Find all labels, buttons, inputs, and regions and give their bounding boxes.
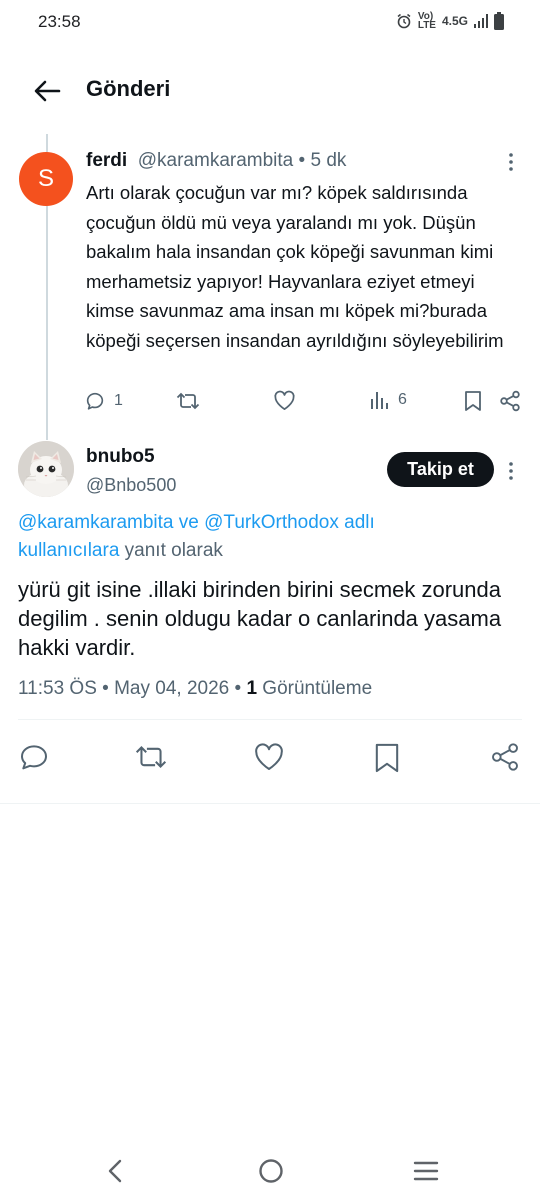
- parent-like-button[interactable]: [273, 390, 296, 411]
- retweet-icon: [134, 742, 168, 772]
- follow-button[interactable]: Takip et: [387, 452, 494, 487]
- parent-author-name[interactable]: ferdi: [86, 150, 127, 171]
- parent-more-button[interactable]: [500, 152, 522, 172]
- heart-icon: [253, 742, 285, 772]
- home-circle-icon: [258, 1158, 284, 1184]
- main-tweet-text: yürü git isine .illaki birinden birini s…: [18, 577, 502, 660]
- nav-recents-button[interactable]: [413, 1160, 439, 1182]
- reply-suffix: yanıt olarak: [119, 540, 223, 561]
- alarm-icon: [396, 13, 412, 29]
- parent-views-count: 6: [398, 391, 407, 408]
- actions-divider: [0, 803, 540, 804]
- main-retweet-button[interactable]: [134, 742, 168, 772]
- parent-author-handle[interactable]: @karamkarambita: [132, 150, 294, 171]
- main-author-handle[interactable]: @Bnbo500: [86, 475, 176, 496]
- chevron-left-icon: [105, 1158, 127, 1184]
- main-like-button[interactable]: [253, 742, 285, 772]
- parent-views-button[interactable]: 6: [370, 390, 407, 410]
- meta-divider: [18, 719, 522, 720]
- main-share-button[interactable]: [490, 742, 520, 772]
- cat-photo: [18, 441, 74, 497]
- retweet-icon: [176, 390, 200, 412]
- arrow-left-icon: [33, 79, 61, 103]
- analytics-icon: [370, 390, 390, 410]
- views-count[interactable]: 1: [246, 678, 257, 699]
- main-avatar[interactable]: [18, 441, 74, 497]
- parent-reply-button[interactable]: 1: [84, 390, 123, 412]
- status-icons: Vo) LTE 4.5G: [396, 12, 504, 31]
- parent-share-button[interactable]: [499, 390, 521, 412]
- main-actions: [18, 742, 522, 776]
- share-icon: [499, 390, 521, 412]
- parent-handle-text: @karamkarambita: [137, 150, 294, 171]
- tweet-time: 11:53 ÖS: [18, 678, 97, 699]
- tweet-date: May 04, 2026: [114, 678, 230, 699]
- parent-reply-count: 1: [114, 392, 123, 409]
- main-author-name[interactable]: bnubo5: [86, 446, 155, 468]
- views-label[interactable]: Görüntüleme: [257, 678, 372, 699]
- main-more-button[interactable]: [500, 461, 522, 481]
- volte-indicator: Vo) LTE: [417, 12, 436, 31]
- battery-icon: [494, 12, 504, 30]
- mention-link-1[interactable]: @karamkarambita: [18, 512, 174, 533]
- meta-dot-1: •: [96, 678, 115, 699]
- parent-retweet-button[interactable]: [176, 390, 200, 412]
- more-vertical-icon: [500, 461, 522, 481]
- page-title: Gönderi: [86, 76, 171, 101]
- parent-avatar[interactable]: S: [19, 152, 73, 206]
- main-reply-button[interactable]: [18, 742, 50, 772]
- lte-label: LTE: [417, 20, 436, 31]
- parent-bookmark-button[interactable]: [464, 390, 482, 412]
- mention-link-2[interactable]: @TurkOrthodox: [204, 512, 339, 533]
- main-bookmark-button[interactable]: [373, 742, 401, 774]
- tweet-meta: 11:53 ÖS • May 04, 2026 • 1 Görüntüleme: [18, 678, 372, 700]
- menu-icon: [413, 1160, 439, 1182]
- replying-to: @karamkarambita ve @TurkOrthodox adlı ku…: [18, 509, 478, 565]
- reply-icon: [84, 390, 106, 412]
- back-button[interactable]: [30, 74, 64, 108]
- parent-actions: 1 6: [84, 390, 524, 416]
- share-icon: [490, 742, 520, 772]
- signal-icon: [474, 14, 488, 28]
- heart-icon: [273, 390, 296, 411]
- bookmark-icon: [373, 742, 401, 774]
- bookmark-icon: [464, 390, 482, 412]
- parent-time: 5 dk: [310, 150, 347, 171]
- parent-header: ferdi @karamkarambita • 5 dk: [86, 150, 346, 172]
- nav-back-button[interactable]: [105, 1158, 127, 1184]
- status-time: 23:58: [38, 12, 81, 31]
- nav-home-button[interactable]: [258, 1158, 284, 1184]
- meta-dot-2: •: [229, 678, 247, 699]
- reply-icon: [18, 742, 50, 772]
- reply-connector: ve: [173, 512, 205, 533]
- network-type: 4.5G: [441, 14, 468, 28]
- parent-separator: •: [293, 150, 311, 171]
- parent-tweet-text: Artı olarak çocuğun var mı? köpek saldır…: [86, 182, 504, 351]
- more-vertical-icon: [500, 152, 522, 172]
